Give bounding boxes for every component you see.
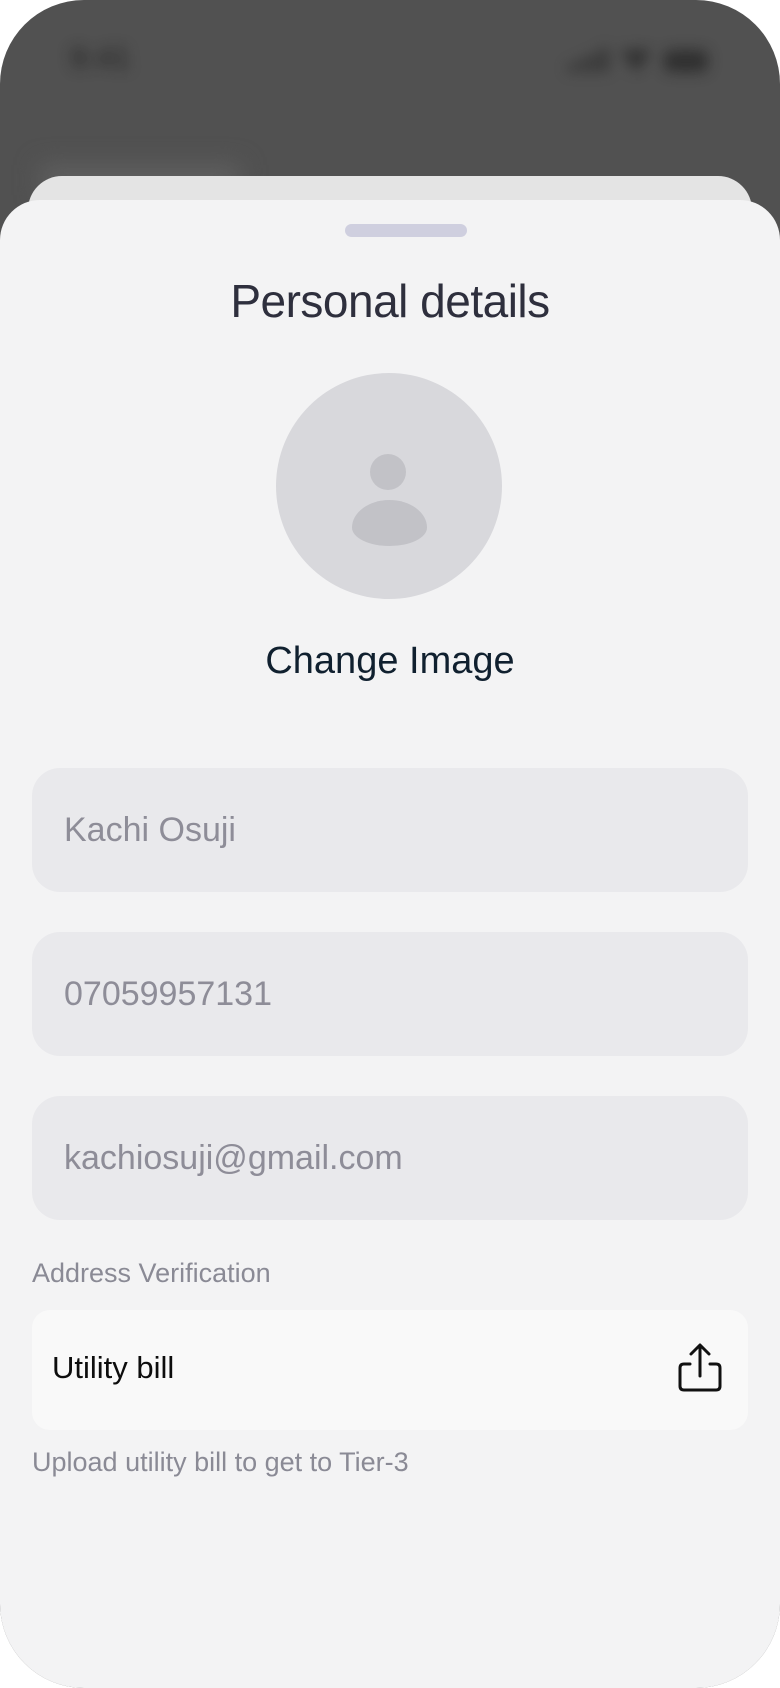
name-field[interactable] (32, 768, 748, 892)
status-icons (568, 46, 708, 72)
helper-text: Upload utility bill to get to Tier-3 (32, 1447, 409, 1477)
sheet-grabber-handle[interactable] (345, 224, 467, 237)
personal-details-sheet: Personal details Change Image Address Ve… (0, 200, 780, 1688)
phone-input[interactable] (64, 974, 704, 1014)
utility-bill-label: Utility bill (52, 1350, 175, 1385)
upload-icon[interactable] (674, 1342, 726, 1394)
page-title: Personal details (230, 275, 550, 327)
phone-screen: 9:41 Personal details Change Image Kachi… (0, 0, 780, 1688)
name-input[interactable] (64, 810, 704, 850)
battery-icon (664, 50, 708, 72)
utility-bill-upload-card[interactable]: Utility bill (32, 1310, 748, 1430)
status-time: 9:41 (70, 42, 131, 75)
email-input[interactable] (64, 1138, 704, 1178)
phone-field[interactable] (32, 932, 748, 1056)
wifi-icon (620, 50, 652, 72)
address-verification-label: Address Verification (32, 1258, 271, 1288)
avatar[interactable] (276, 373, 502, 599)
email-field[interactable] (32, 1096, 748, 1220)
status-bar: 9:41 (0, 0, 780, 120)
cellular-signal-icon (568, 48, 608, 72)
change-image-button[interactable]: Change Image (0, 640, 780, 683)
